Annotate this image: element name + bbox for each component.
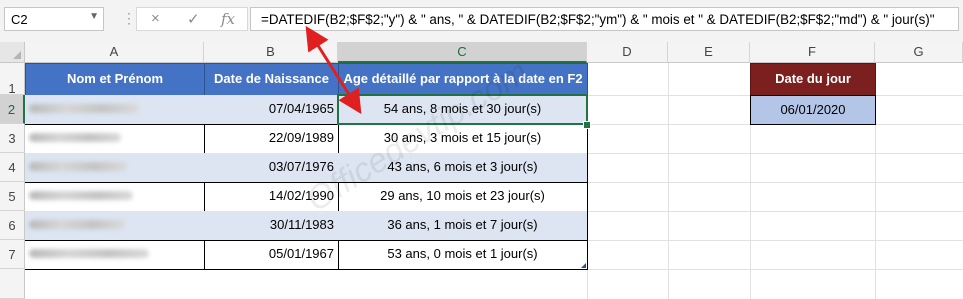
row-header-6[interactable]: 6 (0, 211, 25, 240)
header-today[interactable]: Date du jour (750, 63, 876, 96)
fill-handle[interactable] (583, 121, 591, 129)
age-cell[interactable]: 43 ans, 6 mois et 3 jour(s) (338, 153, 588, 183)
age-cell[interactable]: 29 ans, 10 mois et 23 jour(s) (338, 182, 588, 212)
row-header-2[interactable]: 2 (0, 95, 25, 124)
header-birth-date[interactable]: Date de Naissance (204, 63, 339, 96)
column-header-a[interactable]: A (25, 42, 204, 63)
row-header-3[interactable]: 3 (0, 124, 25, 153)
age-cell[interactable]: 30 ans, 3 mois et 15 jour(s) (338, 124, 588, 154)
birth-date-cell[interactable]: 14/02/1990 (204, 182, 339, 212)
birth-date-cell[interactable]: 05/01/1967 (204, 240, 339, 270)
today-date-cell[interactable]: 06/01/2020 (750, 95, 876, 125)
birth-date-cell[interactable]: 03/07/1976 (204, 153, 339, 183)
select-all-button[interactable] (0, 42, 25, 63)
redacted-name (29, 162, 127, 171)
header-detailed-age[interactable]: Age détaillé par rapport à la date en F2 (338, 63, 588, 96)
column-header-c[interactable]: C (338, 42, 587, 63)
column-header-f[interactable]: F (750, 42, 875, 63)
name-cell-blurred[interactable] (25, 153, 205, 183)
name-cell-blurred[interactable] (25, 240, 205, 270)
redacted-name (29, 104, 139, 113)
redacted-name (29, 249, 149, 258)
name-cell-blurred[interactable] (25, 124, 205, 154)
age-cell[interactable]: 53 ans, 0 mois et 1 jour(s) (338, 240, 588, 270)
column-header-g[interactable]: G (875, 42, 963, 63)
formula-buttons: × ✓ fx (136, 7, 248, 31)
birth-date-cell[interactable]: 30/11/1983 (204, 211, 339, 241)
row-header-8[interactable] (0, 269, 25, 299)
birth-date-cell[interactable]: 22/09/1989 (204, 124, 339, 154)
redacted-name (29, 133, 121, 142)
age-cell[interactable]: 36 ans, 1 mois et 7 jour(s) (338, 211, 588, 241)
name-cell-blurred[interactable] (25, 95, 205, 125)
spreadsheet-grid: A B C D E F G 1 2 3 4 5 6 7 Nom et Préno… (0, 42, 963, 299)
name-box[interactable]: C2 ▼ (4, 7, 104, 31)
formula-input[interactable]: =DATEDIF(B2;$F$2;"y") & " ans, " & DATED… (250, 7, 959, 31)
confirm-icon[interactable]: ✓ (187, 10, 200, 28)
row-header-7[interactable]: 7 (0, 240, 25, 269)
age-cell[interactable]: 54 ans, 8 mois et 30 jour(s) (338, 95, 588, 125)
table-resize-handle[interactable] (581, 263, 586, 268)
insert-function-icon[interactable]: fx (221, 10, 235, 28)
formula-bar-area: C2 ▼ ⋮ × ✓ fx =DATEDIF(B2;$F$2;"y") & " … (0, 0, 963, 43)
cancel-icon[interactable]: × (151, 10, 160, 27)
drag-handle-icon[interactable]: ⋮ (122, 10, 136, 27)
header-name[interactable]: Nom et Prénom (25, 63, 205, 96)
row-header-5[interactable]: 5 (0, 182, 25, 211)
column-header-e[interactable]: E (668, 42, 750, 63)
birth-date-cell[interactable]: 07/04/1965 (204, 95, 339, 125)
column-header-b[interactable]: B (204, 42, 338, 63)
name-cell-blurred[interactable] (25, 182, 205, 212)
row-header-1[interactable]: 1 (0, 63, 25, 96)
name-box-value: C2 (11, 12, 28, 27)
name-cell-blurred[interactable] (25, 211, 205, 241)
row-header-4[interactable]: 4 (0, 153, 25, 182)
redacted-name (29, 220, 125, 229)
column-header-d[interactable]: D (587, 42, 668, 63)
chevron-down-icon[interactable]: ▼ (89, 11, 99, 22)
redacted-name (29, 191, 133, 200)
